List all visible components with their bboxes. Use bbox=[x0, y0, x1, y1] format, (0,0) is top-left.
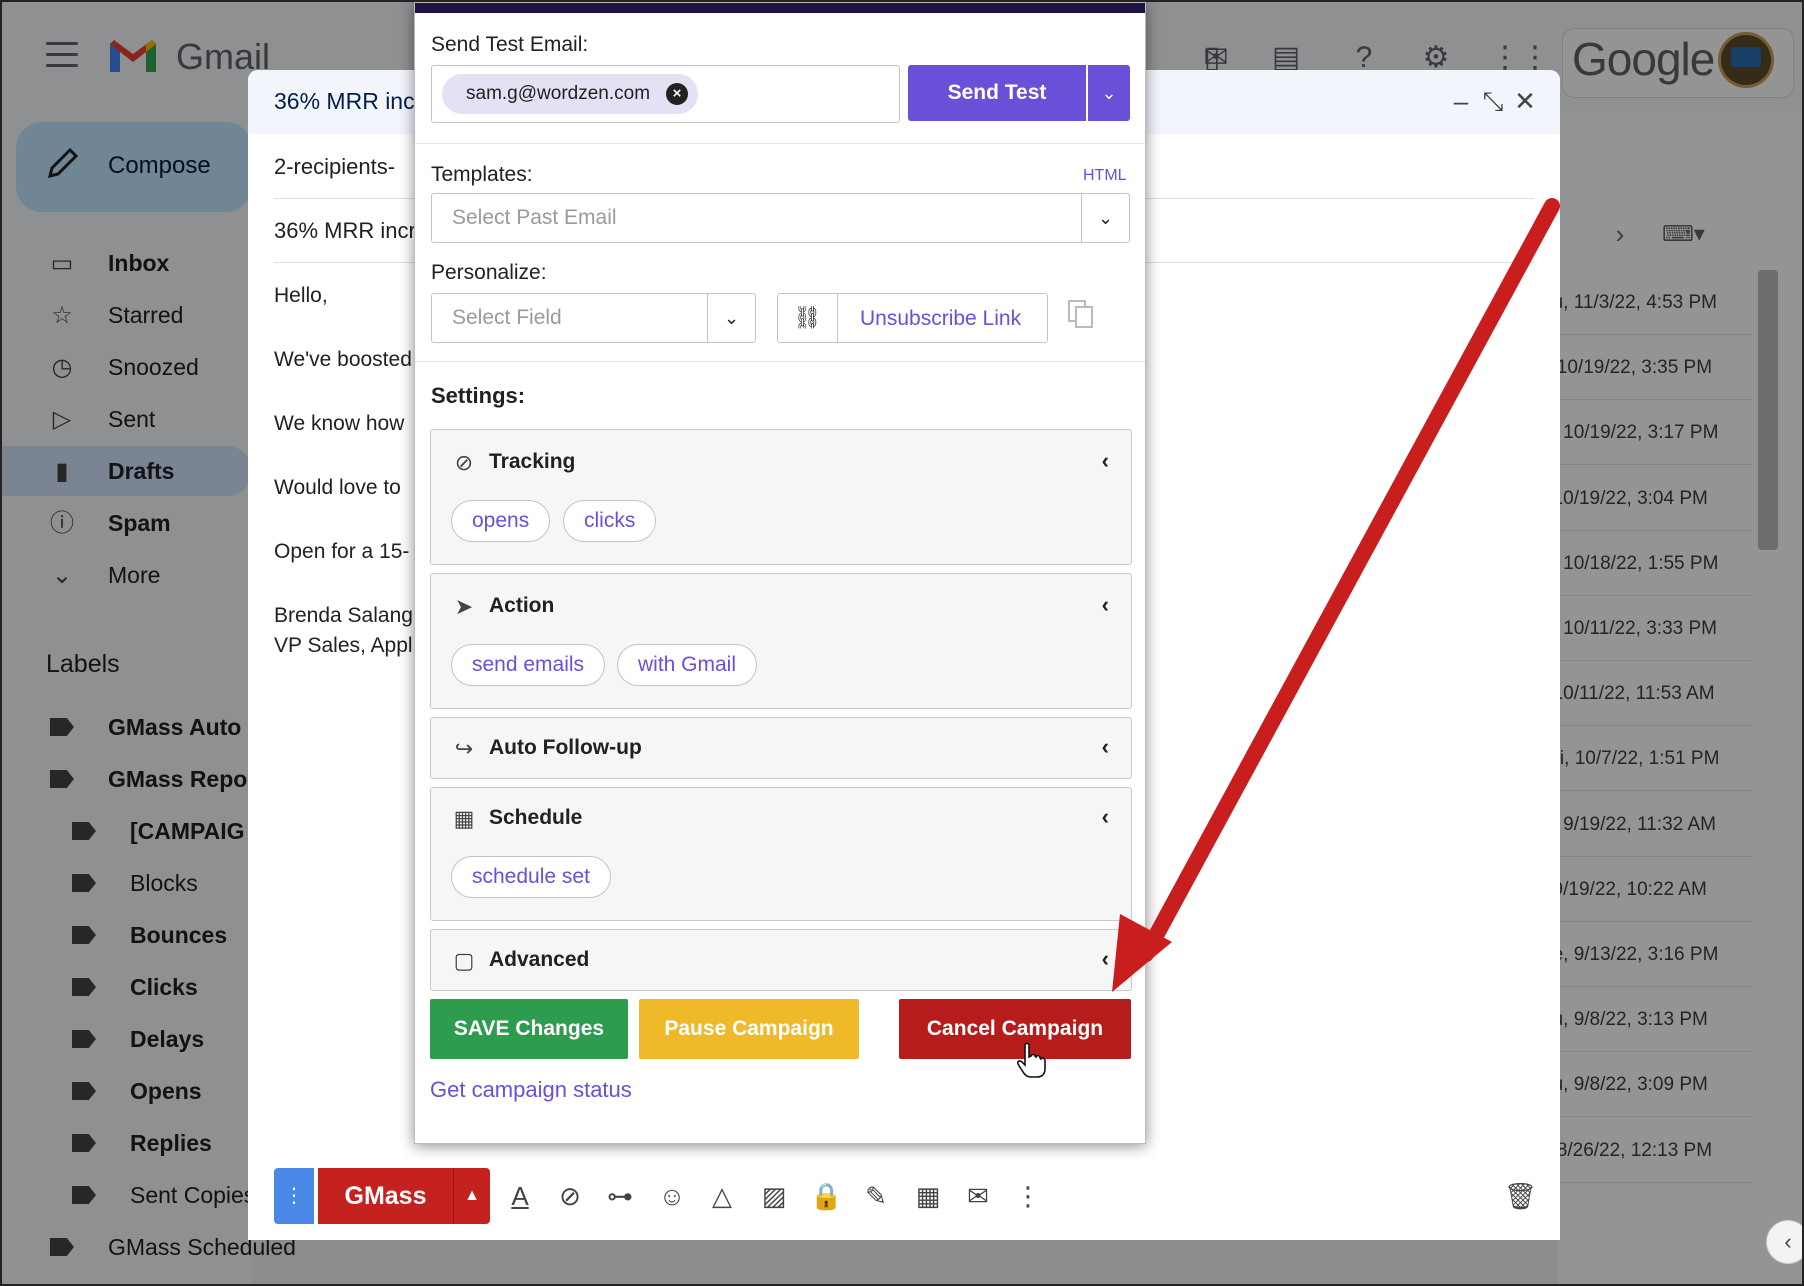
exit-fullscreen-icon[interactable]: ⤡ bbox=[1478, 86, 1508, 118]
personalize-label: Personalize: bbox=[431, 261, 547, 284]
schedule-section: ▦ Schedule ‹ schedule set bbox=[430, 787, 1132, 921]
unsubscribe-label: Unsubscribe Link bbox=[860, 307, 1022, 330]
text-format-icon[interactable]: A bbox=[504, 1178, 536, 1214]
chevron-down-icon[interactable]: ⌄ bbox=[1081, 194, 1129, 242]
templates-placeholder: Select Past Email bbox=[452, 206, 617, 229]
remove-chip-icon[interactable]: × bbox=[666, 83, 689, 105]
more-send-options-button[interactable]: ⋮ bbox=[274, 1168, 314, 1224]
chevron-down-icon[interactable]: ⌄ bbox=[707, 294, 755, 342]
action-with-gmail-pill[interactable]: with Gmail bbox=[617, 644, 758, 686]
body-line: VP Sales, Appl bbox=[274, 634, 413, 657]
section-title[interactable]: Tracking bbox=[489, 450, 575, 474]
body-line: Hello, bbox=[274, 284, 328, 307]
settings-heading: Settings: bbox=[431, 383, 526, 408]
test-email-chip[interactable]: sam.g@wordzen.com × bbox=[442, 74, 699, 114]
body-line: We've boosted bbox=[274, 348, 412, 371]
chevron-left-icon[interactable]: ‹ bbox=[1102, 448, 1109, 474]
mail-template-icon[interactable]: ✉ bbox=[962, 1178, 994, 1214]
compass-icon: ⊘ bbox=[454, 450, 474, 475]
link-icon[interactable]: ⊶ bbox=[604, 1178, 636, 1214]
emoji-icon[interactable]: ☺ bbox=[656, 1178, 688, 1214]
compose-toolbar: ⋮ GMass ▲ A ⊘ ⊶ ☺ △ ▨ 🔒 ✎ ▦ ✉ ⋮ 🗑 bbox=[248, 1152, 1560, 1240]
templates-label: Templates: bbox=[431, 163, 533, 186]
send-test-button[interactable]: Send Test bbox=[908, 65, 1086, 121]
schedule-set-pill[interactable]: schedule set bbox=[451, 856, 611, 898]
body-line: Would love to bbox=[274, 476, 401, 499]
more-options-icon[interactable]: ⋮ bbox=[1012, 1178, 1044, 1214]
trash-icon[interactable]: 🗑 bbox=[1504, 1178, 1537, 1214]
body-line: Open for a 15- bbox=[274, 540, 410, 563]
unsubscribe-link-button[interactable]: ⛓ Unsubscribe Link bbox=[777, 293, 1048, 343]
chevron-left-icon[interactable]: ‹ bbox=[1102, 592, 1109, 618]
gmass-settings-toggle[interactable]: ▲ bbox=[454, 1168, 490, 1224]
chevron-left-icon[interactable]: ‹ bbox=[1102, 734, 1109, 760]
panel-header-bar bbox=[415, 3, 1145, 13]
minimize-icon[interactable]: – bbox=[1446, 86, 1476, 117]
field-placeholder: Select Field bbox=[452, 306, 562, 329]
tracking-section: ⊘ Tracking ‹ opens clicks bbox=[430, 429, 1132, 565]
section-title[interactable]: Schedule bbox=[489, 806, 582, 830]
html-link[interactable]: HTML bbox=[1083, 167, 1127, 185]
auto-followup-section: ↪ Auto Follow-up ‹ bbox=[430, 717, 1132, 779]
compose-title: 36% MRR inc bbox=[274, 88, 415, 114]
chevron-left-icon[interactable]: ‹ bbox=[1102, 804, 1109, 830]
attachment-icon[interactable]: ⊘ bbox=[554, 1178, 586, 1214]
test-email-input[interactable]: sam.g@wordzen.com × bbox=[431, 65, 900, 123]
save-changes-button[interactable]: SAVE Changes bbox=[430, 999, 628, 1059]
tracking-clicks-pill[interactable]: clicks bbox=[563, 500, 657, 542]
divider bbox=[415, 143, 1145, 144]
confidential-lock-icon[interactable]: 🔒 bbox=[810, 1178, 842, 1214]
side-panel-toggle-icon[interactable]: ‹ bbox=[1766, 1220, 1802, 1264]
comment-icon: ▢ bbox=[453, 948, 475, 973]
body-line: Brenda Salang bbox=[274, 604, 413, 627]
send-test-label: Send Test Email: bbox=[431, 33, 589, 56]
personalize-field-select[interactable]: Select Field ⌄ bbox=[431, 293, 756, 343]
screen: Gmail ▯ ✉ ▤ ? ⚙ ⋮⋮ Google Compose ▭ Inbox… bbox=[0, 0, 1804, 1286]
campaign-status-link[interactable]: Get campaign status bbox=[430, 1077, 632, 1103]
calendar-icon: ▦ bbox=[453, 806, 475, 831]
action-section: ➤ Action ‹ send emails with Gmail bbox=[430, 573, 1132, 709]
hand-cursor-icon bbox=[1017, 1042, 1046, 1078]
copy-icon[interactable] bbox=[1067, 299, 1095, 329]
chevron-left-icon[interactable]: ‹ bbox=[1102, 946, 1109, 972]
signature-pen-icon[interactable]: ✎ bbox=[860, 1178, 892, 1214]
section-title[interactable]: Advanced bbox=[489, 948, 589, 972]
templates-select[interactable]: Select Past Email ⌄ bbox=[431, 193, 1130, 243]
advanced-section: ▢ Advanced ‹ bbox=[430, 929, 1132, 991]
action-send-emails-pill[interactable]: send emails bbox=[451, 644, 606, 686]
pause-campaign-button[interactable]: Pause Campaign bbox=[639, 999, 859, 1059]
tracking-opens-pill[interactable]: opens bbox=[451, 500, 551, 542]
test-email-value: sam.g@wordzen.com bbox=[466, 83, 651, 104]
section-title[interactable]: Action bbox=[489, 594, 554, 618]
section-title[interactable]: Auto Follow-up bbox=[489, 736, 642, 760]
image-icon[interactable]: ▨ bbox=[758, 1178, 790, 1214]
unlink-icon: ⛓ bbox=[778, 294, 838, 342]
paper-plane-icon: ➤ bbox=[454, 594, 474, 619]
close-icon[interactable]: ✕ bbox=[1510, 86, 1540, 117]
drive-icon[interactable]: △ bbox=[706, 1178, 738, 1214]
share-arrow-icon: ↪ bbox=[454, 736, 474, 761]
layout-icon[interactable]: ▦ bbox=[912, 1178, 944, 1214]
body-line: We know how bbox=[274, 412, 405, 435]
divider bbox=[415, 361, 1145, 362]
gmass-settings-panel: Send Test Email: sam.g@wordzen.com × Sen… bbox=[414, 2, 1146, 1144]
gmass-button[interactable]: GMass bbox=[318, 1168, 454, 1224]
send-test-dropdown-icon[interactable]: ⌄ bbox=[1088, 65, 1130, 121]
cancel-campaign-button[interactable]: Cancel Campaign bbox=[899, 999, 1131, 1059]
